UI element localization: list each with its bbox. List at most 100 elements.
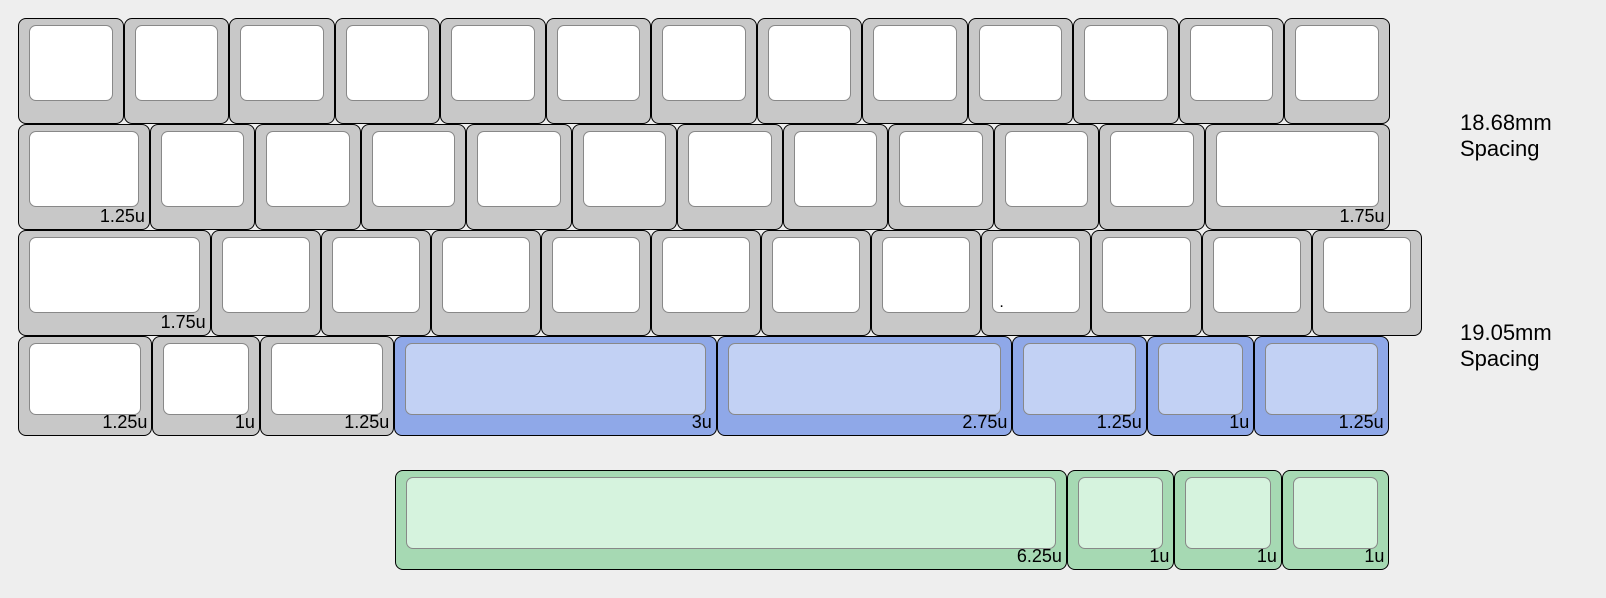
- row0-key-3: [335, 18, 441, 124]
- row3-key-1: 1u: [152, 336, 260, 436]
- row0-key-5: [546, 18, 652, 124]
- row0-key-8: [862, 18, 968, 124]
- keytop: [772, 237, 860, 313]
- key-size-label: 1.25u: [102, 412, 147, 433]
- row0-key-1: [124, 18, 230, 124]
- row3-key-6: 1u: [1147, 336, 1255, 436]
- row3-key-4: 2.75u: [717, 336, 1013, 436]
- key-size-label: 1.25u: [1339, 412, 1384, 433]
- row2-key-3: [431, 230, 541, 336]
- keytop: [451, 25, 535, 101]
- keytop: [583, 131, 667, 207]
- keytop: [1185, 477, 1271, 549]
- alt-row-key-2: 1u: [1174, 470, 1282, 570]
- row0-key-6: [651, 18, 757, 124]
- row3-key-3: 3u: [394, 336, 717, 436]
- key-size-label: 1.75u: [1339, 206, 1384, 227]
- key-size-label: 3u: [692, 412, 712, 433]
- row2-key-8: .: [981, 230, 1091, 336]
- row2-key-5: [651, 230, 761, 336]
- keytop: [477, 131, 561, 207]
- row0-key-10: [1073, 18, 1179, 124]
- keytop: [29, 25, 113, 101]
- keytop: [29, 131, 139, 207]
- row1-key-6: [677, 124, 783, 230]
- row0-key-7: [757, 18, 863, 124]
- row0-key-9: [968, 18, 1074, 124]
- keytop: [1213, 237, 1301, 313]
- keytop: [1265, 343, 1377, 415]
- keytop: [442, 237, 530, 313]
- keytop: [882, 237, 970, 313]
- alt-row-key-0: 6.25u: [395, 470, 1067, 570]
- key-size-label: 1u: [1364, 546, 1384, 567]
- keytop: [1110, 131, 1194, 207]
- row3-key-0: 1.25u: [18, 336, 152, 436]
- keytop: [29, 237, 200, 313]
- row1-key-0: 1.25u: [18, 124, 150, 230]
- keytop: [161, 131, 245, 207]
- keytop: [1023, 343, 1135, 415]
- keytop: [29, 343, 141, 415]
- keytop: [240, 25, 324, 101]
- keytop: [1005, 131, 1089, 207]
- keytop: [1216, 131, 1379, 207]
- key-size-label: 2.75u: [962, 412, 1007, 433]
- keytop: [552, 237, 640, 313]
- keytop: [406, 477, 1056, 549]
- row1-key-5: [572, 124, 678, 230]
- row3-key-7: 1.25u: [1254, 336, 1388, 436]
- keytop: [1102, 237, 1190, 313]
- anno-line2: Spacing: [1460, 346, 1552, 372]
- key-size-label: 1u: [235, 412, 255, 433]
- keytop: [794, 131, 878, 207]
- spacing-top: 18.68mmSpacing: [1460, 110, 1552, 163]
- keytop: [135, 25, 219, 101]
- anno-line2: Spacing: [1460, 136, 1552, 162]
- keytop: [271, 343, 383, 415]
- row2-key-0: 1.75u: [18, 230, 211, 336]
- row1-key-8: [888, 124, 994, 230]
- spacing-bottom: 19.05mmSpacing: [1460, 320, 1552, 373]
- row2-key-2: [321, 230, 431, 336]
- row2-key-10: [1202, 230, 1312, 336]
- row1-key-4: [466, 124, 572, 230]
- keytop: [899, 131, 983, 207]
- keytop: [662, 237, 750, 313]
- keytop: [266, 131, 350, 207]
- keytop: [768, 25, 852, 101]
- key-size-label: 1.25u: [344, 412, 389, 433]
- keytop: [1158, 343, 1244, 415]
- keytop: [1190, 25, 1274, 101]
- keytop: [405, 343, 706, 415]
- key-size-label: 1.75u: [161, 312, 206, 333]
- row0-key-2: [229, 18, 335, 124]
- keytop: [873, 25, 957, 101]
- key-size-label: 1u: [1257, 546, 1277, 567]
- row2-key-7: [871, 230, 981, 336]
- row2-key-4: [541, 230, 651, 336]
- row2-key-11: [1312, 230, 1422, 336]
- anno-line1: 19.05mm: [1460, 320, 1552, 346]
- row1-key-7: [783, 124, 889, 230]
- key-size-label: 1.25u: [100, 206, 145, 227]
- row3-key-5: 1.25u: [1012, 336, 1146, 436]
- row1-key-3: [361, 124, 467, 230]
- keytop: [1323, 237, 1411, 313]
- row0-key-11: [1179, 18, 1285, 124]
- key-size-label: 1u: [1229, 412, 1249, 433]
- row3-key-2: 1.25u: [260, 336, 394, 436]
- keytop: [979, 25, 1063, 101]
- alt-row-key-1: 1u: [1067, 470, 1175, 570]
- row0-key-12: [1284, 18, 1390, 124]
- row0-key-4: [440, 18, 546, 124]
- key-size-label: 1u: [1149, 546, 1169, 567]
- row1-key-10: [1099, 124, 1205, 230]
- keytop: [662, 25, 746, 101]
- keytop: [1084, 25, 1168, 101]
- anno-line1: 18.68mm: [1460, 110, 1552, 136]
- keytop: [372, 131, 456, 207]
- row2-key-9: [1091, 230, 1201, 336]
- row1-key-1: [150, 124, 256, 230]
- row1-key-2: [255, 124, 361, 230]
